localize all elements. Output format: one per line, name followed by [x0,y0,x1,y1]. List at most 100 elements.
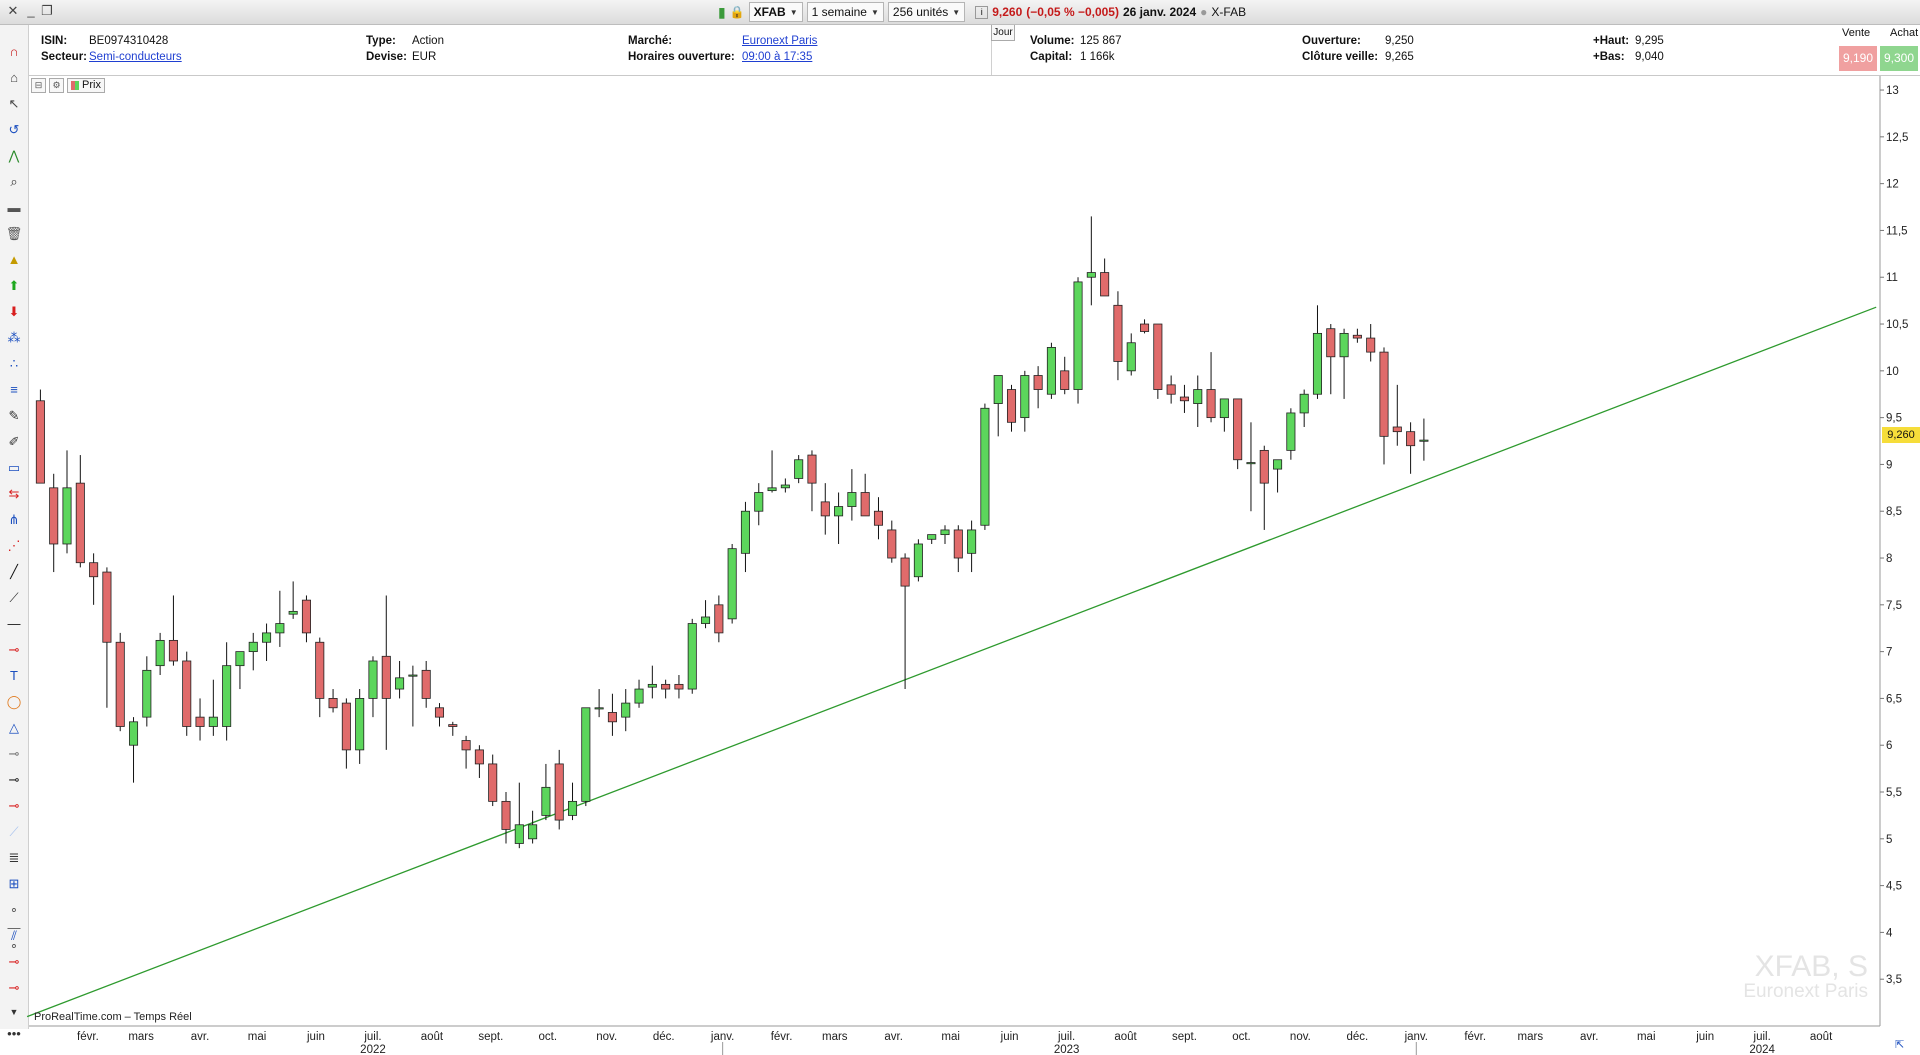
candle[interactable] [75,455,85,568]
candle[interactable] [1392,384,1402,446]
candle[interactable] [1246,422,1256,512]
candle[interactable] [913,539,923,582]
candle[interactable] [488,754,498,807]
candle[interactable] [528,810,538,844]
candle[interactable] [1299,389,1309,427]
candle[interactable] [1406,422,1416,474]
candle[interactable] [408,665,418,727]
candle[interactable] [102,567,112,708]
candle[interactable] [248,632,258,671]
candle[interactable] [1233,398,1243,470]
candle[interactable] [714,595,724,643]
candle[interactable] [873,497,884,540]
candle[interactable] [1219,398,1229,432]
candle[interactable] [474,745,484,778]
candle[interactable] [1126,333,1136,376]
candle[interactable] [594,689,604,718]
candle[interactable] [1206,352,1216,423]
candle[interactable] [275,590,285,647]
candle[interactable] [581,707,591,807]
candle[interactable] [647,665,657,699]
candle[interactable] [1312,305,1323,399]
candle[interactable] [967,520,977,573]
candle[interactable] [927,534,937,544]
candle[interactable] [1273,459,1283,493]
candle[interactable] [421,660,431,708]
candle[interactable] [993,375,1003,437]
candle[interactable] [1100,258,1110,297]
candle[interactable] [381,595,391,750]
candle[interactable] [1086,216,1096,306]
candle[interactable] [1113,291,1123,381]
collapse-icon[interactable]: ⊟ [31,78,46,93]
candle[interactable] [514,782,524,849]
candle[interactable] [953,525,963,573]
candle[interactable] [1193,375,1203,427]
candle[interactable] [727,543,737,624]
candle[interactable] [448,721,458,736]
candle[interactable] [1259,445,1269,530]
candle[interactable] [1419,418,1429,461]
candle[interactable] [35,389,45,484]
candle[interactable] [288,581,298,619]
candle[interactable] [740,501,750,573]
candle[interactable] [1352,328,1362,343]
price-chart[interactable]: 3,5 4 4,5 5 5,5 6 6,5 7 7,5 8 8,5 9 9,5 10 10,5 11 11,5 1… [0,0,1920,1055]
candle[interactable] [301,595,311,643]
candle[interactable] [1339,328,1349,399]
candle[interactable] [607,693,617,736]
candle[interactable] [89,553,99,605]
candle[interactable] [567,782,578,821]
candle[interactable] [847,469,857,521]
candle[interactable] [860,473,870,517]
candle[interactable] [1073,277,1083,404]
candle[interactable] [674,675,684,699]
candle[interactable] [1179,384,1189,413]
candle[interactable] [767,450,777,493]
candle[interactable] [1153,323,1163,399]
candle[interactable] [1166,375,1176,404]
candle[interactable] [355,689,365,764]
candle[interactable] [501,792,511,844]
candle[interactable] [1379,347,1389,465]
candle[interactable] [341,698,351,769]
candle[interactable] [834,492,844,544]
candle[interactable] [1033,366,1043,409]
candle[interactable] [315,637,325,718]
legend-prix[interactable]: Prix [67,78,105,93]
candle[interactable] [434,703,445,727]
candle[interactable] [1060,356,1070,395]
candle[interactable] [182,651,192,736]
candle[interactable] [49,473,59,573]
candle[interactable] [940,525,950,544]
candle[interactable] [900,553,910,690]
candle[interactable] [807,450,817,512]
corner-scale-icon[interactable]: ⇱ [1895,1038,1904,1051]
candle[interactable] [541,763,551,821]
candle[interactable] [1140,319,1150,334]
candle[interactable] [1020,370,1030,432]
candle[interactable] [554,749,564,830]
candle[interactable] [222,642,232,741]
candle[interactable] [980,403,990,530]
candle[interactable] [195,698,205,741]
settings-icon[interactable]: ⚙ [49,78,64,93]
candle[interactable] [634,679,644,708]
candle[interactable] [115,632,125,732]
candle[interactable] [1006,384,1017,432]
candle[interactable] [1046,342,1056,399]
candle[interactable] [754,483,764,526]
candle[interactable] [887,520,897,563]
candle[interactable] [701,600,711,629]
candle[interactable] [62,450,72,554]
candle[interactable] [395,660,405,699]
support-trendline[interactable] [26,306,1877,1018]
candle[interactable] [168,595,178,666]
candle[interactable] [155,632,165,676]
candle[interactable] [262,623,272,661]
candle[interactable] [142,656,152,727]
candle[interactable] [461,735,471,769]
candle[interactable] [208,679,218,736]
candle[interactable] [780,478,790,493]
candle[interactable] [794,455,804,484]
